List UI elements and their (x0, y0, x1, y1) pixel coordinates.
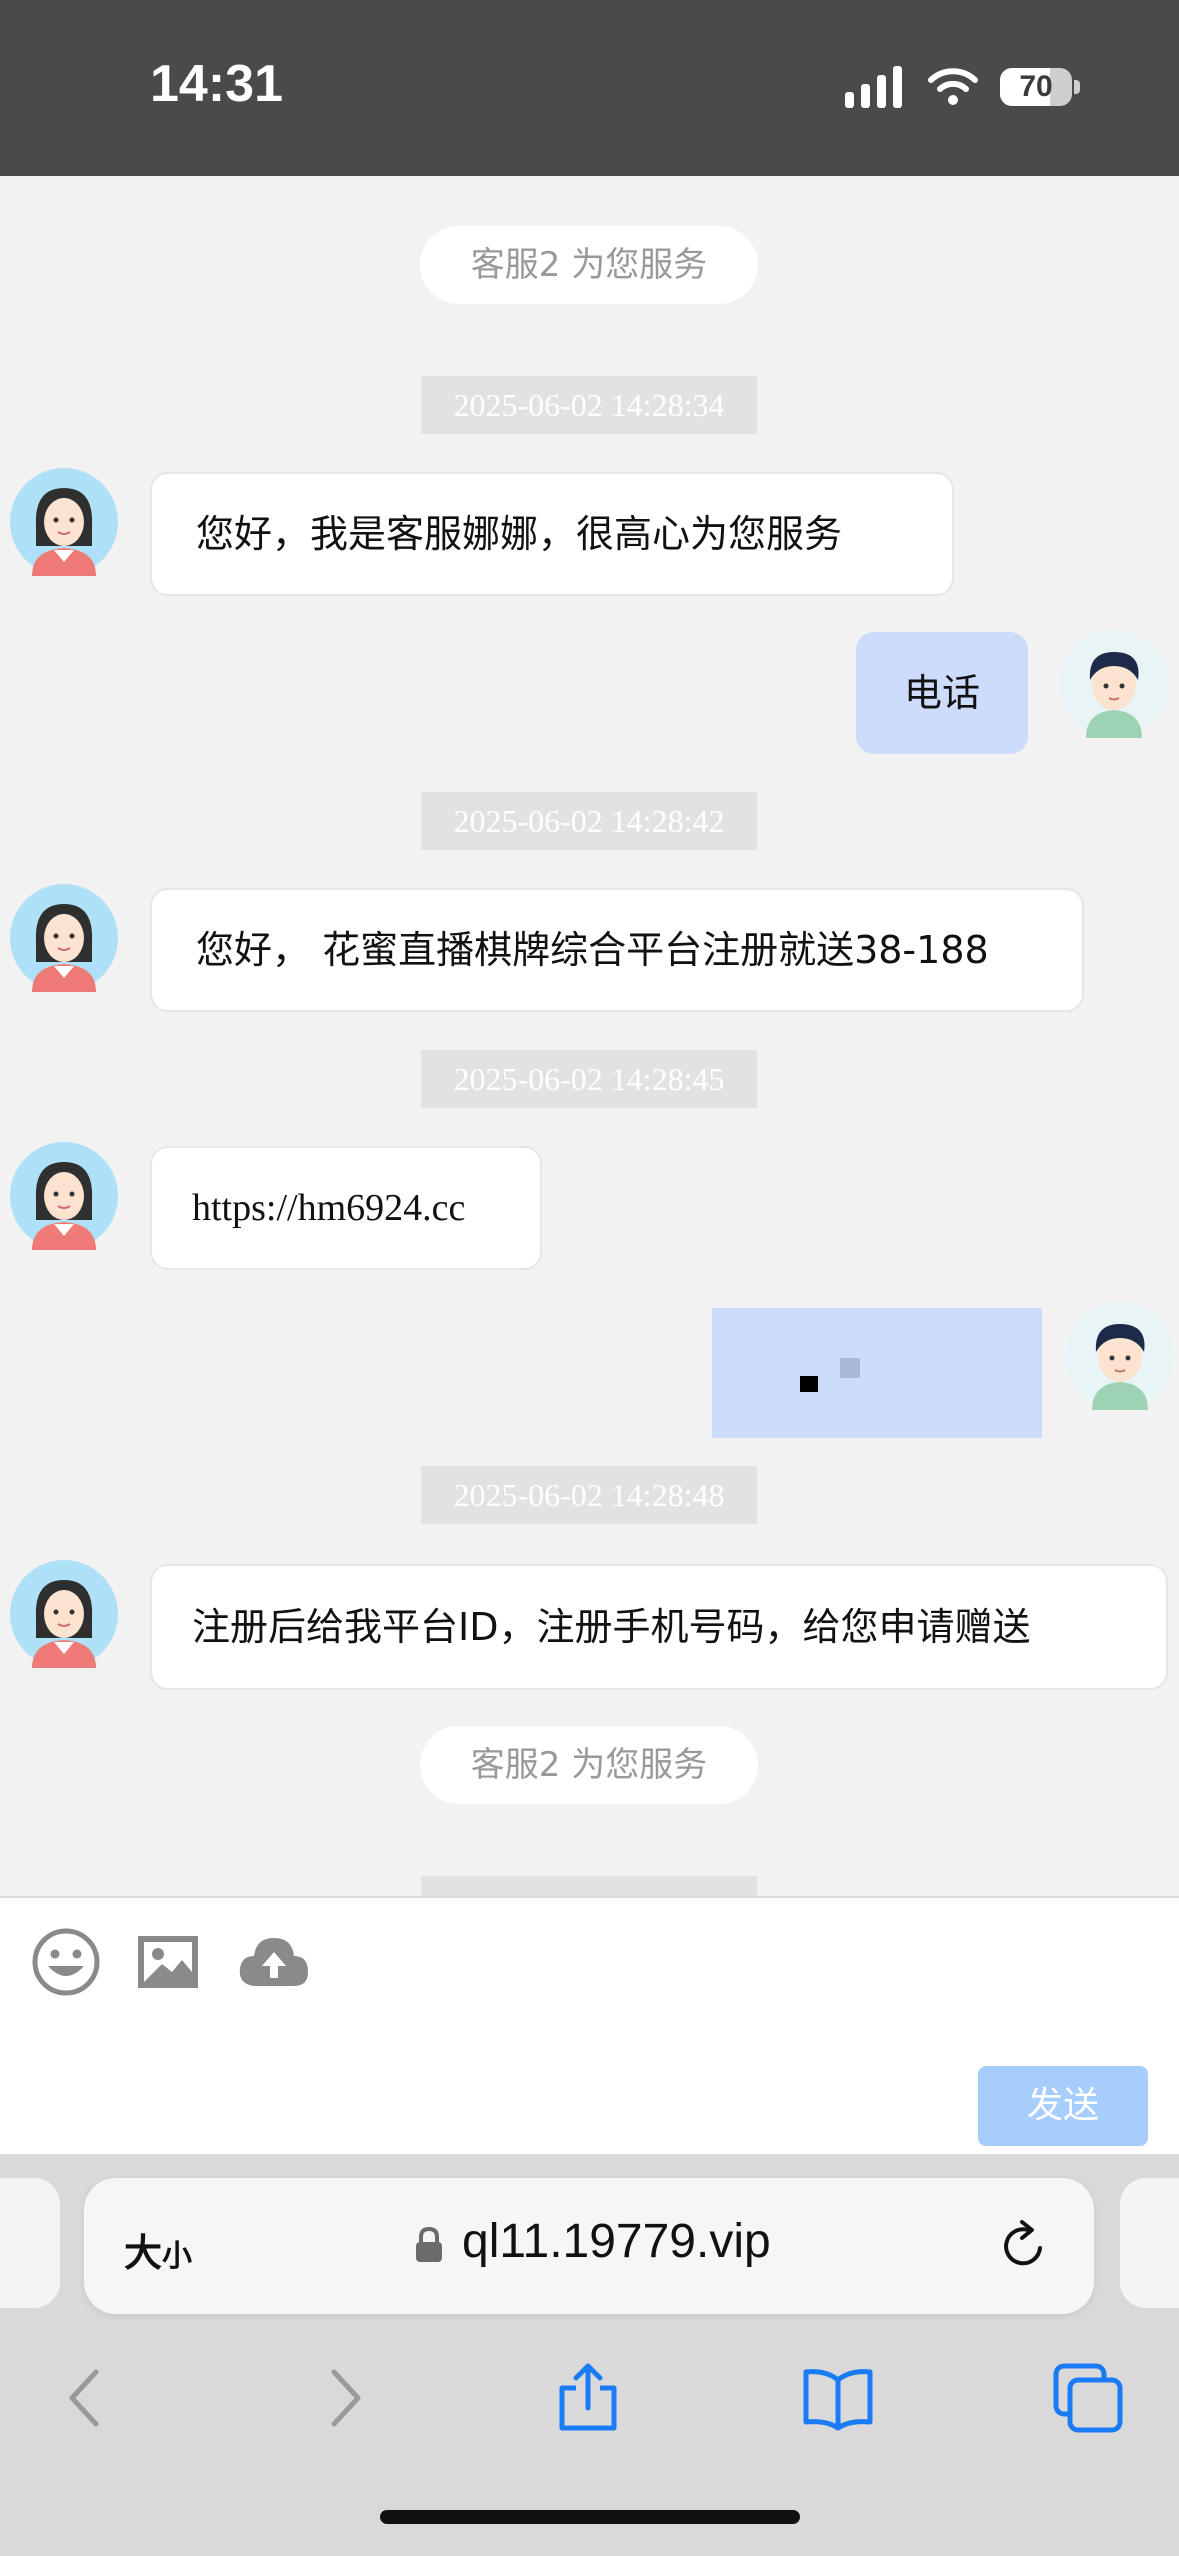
tabs-icon[interactable] (1052, 2362, 1124, 2434)
previous-tab-preview[interactable] (0, 2178, 60, 2308)
reload-icon[interactable] (996, 2218, 1052, 2274)
cellular-signal-icon (845, 66, 902, 108)
agent-link-message[interactable]: https://hm6924.cc (150, 1146, 542, 1270)
agent-avatar-icon[interactable] (10, 1560, 118, 1668)
user-avatar-icon[interactable] (1060, 630, 1168, 738)
agent-avatar-icon[interactable] (10, 1142, 118, 1250)
url-text[interactable]: ql11.19779.vip (462, 2214, 771, 2269)
user-message-bubble[interactable]: 电话 (856, 632, 1028, 754)
status-time: 14:31 (150, 55, 283, 113)
lock-icon (416, 2226, 442, 2262)
battery-level: 70 (1019, 70, 1053, 103)
browser-toolbar: 大小 ql11.19779.vip (0, 2154, 1179, 2556)
upload-cloud-icon[interactable] (236, 1926, 312, 1998)
user-avatar-icon[interactable] (1066, 1302, 1174, 1410)
home-indicator[interactable] (380, 2510, 800, 2524)
address-bar[interactable]: 大小 ql11.19779.vip (84, 2178, 1094, 2314)
service-notice: 客服2 为您服务 (420, 226, 758, 304)
timestamp: 2025-06-02 14:28:48 (421, 1466, 757, 1524)
agent-message-bubble[interactable]: 您好，我是客服娜娜，很高心为您服务 (150, 472, 954, 596)
share-icon[interactable] (552, 2362, 624, 2434)
agent-avatar-icon[interactable] (10, 884, 118, 992)
wifi-icon (928, 68, 978, 105)
chat-messages[interactable]: 客服2 为您服务 2025-06-02 14:28:34 您好，我是客服娜娜，很… (0, 176, 1179, 1896)
timestamp: 2025-06-02 14:28:45 (421, 1050, 757, 1108)
timestamp: 2025-06-02 14:28:34 (421, 376, 757, 434)
user-image-message[interactable] (712, 1308, 1042, 1438)
text-size-button[interactable]: 大小 (124, 2222, 192, 2277)
forward-icon[interactable] (306, 2362, 378, 2434)
back-icon[interactable] (52, 2362, 124, 2434)
next-tab-preview[interactable] (1120, 2178, 1179, 2308)
message-composer: 发送 (0, 1896, 1179, 2156)
timestamp-partial (421, 1876, 757, 1896)
agent-message-bubble[interactable]: 您好， 花蜜直播棋牌综合平台注册就送38-188 (150, 888, 1084, 1012)
status-bar: 14:31 70 (0, 0, 1179, 176)
timestamp: 2025-06-02 14:28:42 (421, 792, 757, 850)
redacted-image-icon (712, 1309, 1042, 1438)
agent-avatar-icon[interactable] (10, 468, 118, 576)
service-notice: 客服2 为您服务 (420, 1726, 758, 1804)
bookmarks-icon[interactable] (802, 2362, 874, 2434)
agent-message-bubble[interactable]: 注册后给我平台ID，注册手机号码，给您申请赠送 (150, 1564, 1168, 1690)
battery-icon: 70 (1000, 68, 1072, 106)
image-icon[interactable] (132, 1926, 204, 1998)
send-button[interactable]: 发送 (978, 2066, 1148, 2146)
battery-cap (1074, 80, 1080, 94)
emoji-icon[interactable] (30, 1926, 102, 1998)
